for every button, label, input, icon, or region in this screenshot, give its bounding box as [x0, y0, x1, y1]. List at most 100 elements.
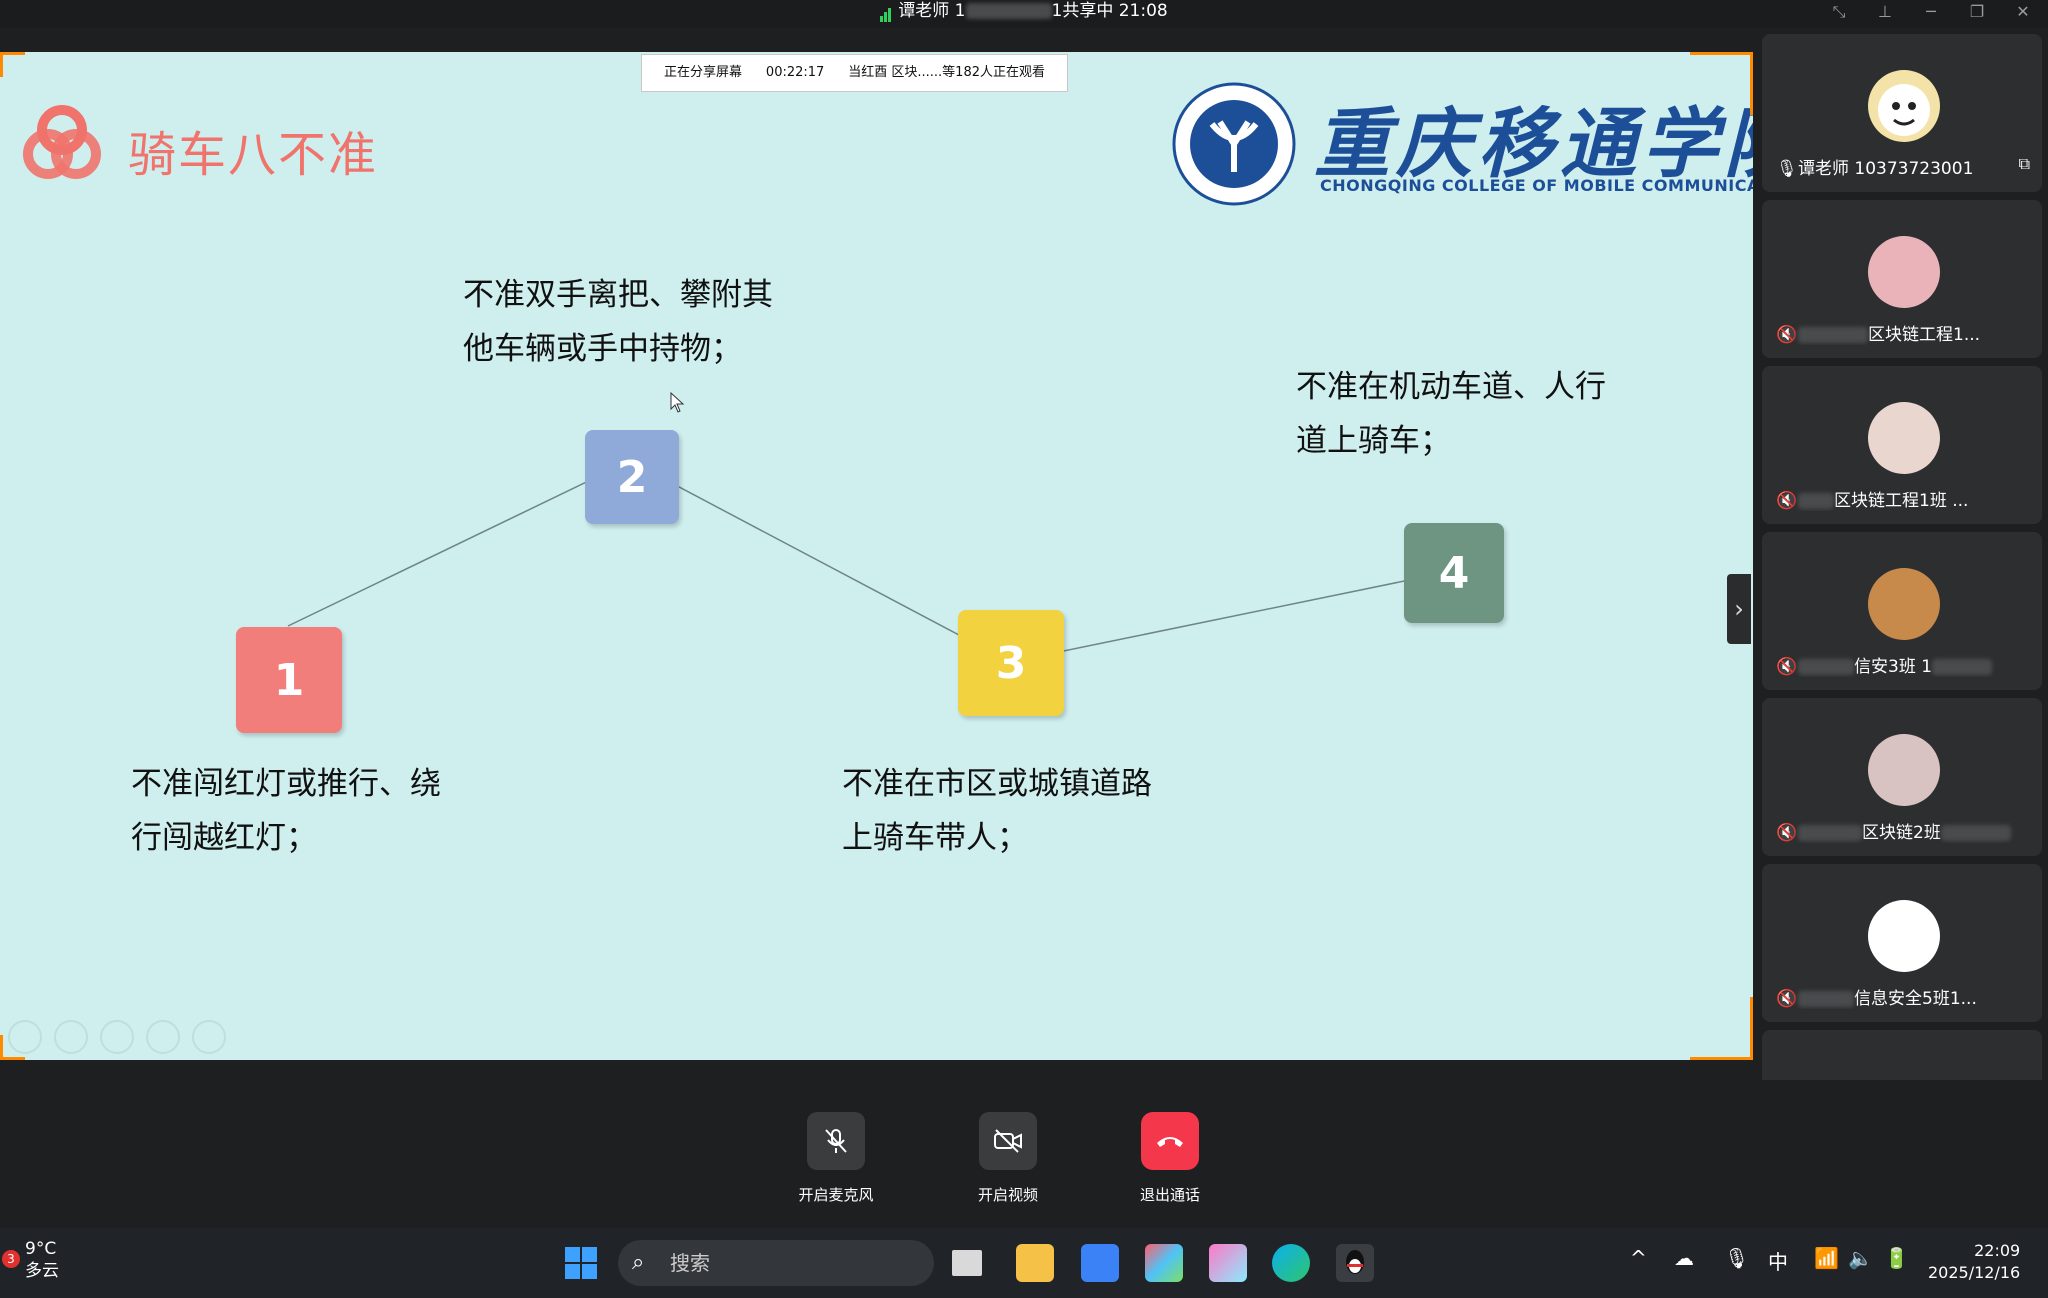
step-3-number: 3	[995, 637, 1027, 689]
hangup-label: 退出通话	[1139, 1186, 1200, 1204]
battery-icon[interactable]: 🔋	[1884, 1246, 1909, 1270]
participant-name: 🔇 区块链2班	[1776, 818, 2028, 843]
windows-start-icon[interactable]	[562, 1244, 600, 1282]
mic-muted-icon: 🔇	[1776, 823, 1798, 843]
avatar	[1868, 568, 1940, 640]
participant-name: 🔇 区块链工程1...	[1776, 325, 1981, 345]
clock-date: 2025/12/16	[1928, 1263, 2021, 1282]
screen-share-icon: ⧉	[2018, 154, 2030, 173]
avatar	[1868, 70, 1940, 142]
rule-3-line2: 上骑车带人；	[842, 820, 1028, 856]
rule-3-text: 不准在市区或城镇道路 上骑车带人；	[842, 757, 1152, 865]
taskbar-search[interactable]: ⌕ 搜索	[618, 1240, 934, 1286]
onedrive-icon[interactable]: ☁	[1674, 1246, 1694, 1270]
minimize-button[interactable]: ─	[1916, 0, 1946, 24]
rule-2-line2: 他车辆或手中持物；	[463, 331, 742, 367]
participant-name: 🔇 区块链工程1班 ...	[1776, 491, 1969, 511]
participant-card[interactable]	[1762, 1030, 2042, 1084]
step-2-box: 2	[585, 430, 679, 524]
window-title: 谭老师 1 1共享中 21:08	[0, 0, 2048, 22]
collapse-panel-button[interactable]: ›	[1727, 574, 1751, 644]
play-icon[interactable]	[8, 1020, 42, 1054]
edge-icon[interactable]	[1272, 1244, 1310, 1282]
file-explorer-icon[interactable]	[1016, 1244, 1054, 1282]
participant-card[interactable]: 🎙谭老师 10373723001 ⧉	[1762, 34, 2042, 192]
weather-widget[interactable]: 3 9°C 多云	[2, 1238, 59, 1282]
search-placeholder: 搜索	[670, 1251, 710, 1275]
rule-1-line1: 不准闯红灯或推行、绕	[131, 766, 441, 802]
task-view-icon[interactable]	[952, 1250, 982, 1276]
search-icon: ⌕	[632, 1250, 645, 1275]
copy-icon[interactable]	[100, 1020, 134, 1054]
mic-toggle-label: 开启麦克风	[798, 1186, 874, 1204]
weather-badge: 3	[2, 1250, 20, 1268]
step-2-number: 2	[616, 451, 648, 503]
participant-card[interactable]: 🔇 区块链2班	[1762, 698, 2042, 856]
hangup-icon[interactable]	[1141, 1112, 1199, 1170]
avatar	[1868, 734, 1940, 806]
mic-on-icon: 🎙	[1776, 159, 1798, 179]
rule-1-text: 不准闯红灯或推行、绕 行闯越红灯；	[131, 757, 441, 865]
participant-name: 🔇 信安3班 1	[1776, 652, 2028, 677]
shrink-icon[interactable]: ⤡	[1824, 0, 1854, 24]
avatar	[1868, 236, 1940, 308]
participant-list[interactable]: 🎙谭老师 10373723001 ⧉ 🔇 区块链工程1... 🔇 区块链工程1班 .…	[1762, 34, 2044, 1084]
avatar	[1868, 900, 1940, 972]
signal-icon	[880, 0, 892, 22]
rule-1-line2: 行闯越红灯；	[131, 820, 317, 856]
hangup-button[interactable]: 退出通话	[1120, 1112, 1220, 1205]
title-prefix: 谭老师 1	[898, 1, 966, 21]
participant-card[interactable]: 🔇 信安3班 1	[1762, 532, 2042, 690]
pen-icon[interactable]	[54, 1020, 88, 1054]
slide-toolbar	[8, 1020, 226, 1054]
close-button[interactable]: ✕	[2008, 0, 2038, 24]
step-4-box: 4	[1404, 523, 1504, 623]
rule-2-line1: 不准双手离把、攀附其	[463, 277, 773, 313]
participant-card[interactable]: 🔇 区块链工程1...	[1762, 200, 2042, 358]
avatar	[1868, 402, 1940, 474]
rule-4-text: 不准在机动车道、人行 道上骑车；	[1296, 360, 1606, 468]
step-4-number: 4	[1438, 547, 1470, 599]
participant-card[interactable]: 🔇 区块链工程1班 ...	[1762, 366, 2042, 524]
mic-muted-icon: 🔇	[1776, 491, 1798, 511]
mic-muted-icon: 🔇	[1776, 325, 1798, 345]
system-clock[interactable]: 22:09 2025/12/16	[1928, 1240, 2020, 1284]
shared-screen: 正在分享屏幕 00:22:17 当红酉 区块......等182人正在观看 骑车…	[0, 52, 1753, 1060]
mic-muted-icon: 🔇	[1776, 657, 1798, 677]
zoom-icon[interactable]	[146, 1020, 180, 1054]
volume-icon[interactable]: 🔈	[1848, 1246, 1873, 1270]
participant-card[interactable]: 🔇 信息安全5班1...	[1762, 864, 2042, 1022]
participant-name: 🔇 信息安全5班1...	[1776, 989, 1977, 1009]
taskbar: 3 9°C 多云 ⌕ 搜索 ^ ☁ 🎙 中 📶 🔈 🔋 22:09 2025/1…	[0, 1228, 2048, 1298]
mic-muted-icon: 🔇	[1776, 989, 1798, 1009]
copilot-icon[interactable]	[1209, 1244, 1247, 1282]
mouse-cursor-icon	[670, 392, 685, 413]
rule-2-text: 不准双手离把、攀附其 他车辆或手中持物；	[463, 268, 773, 376]
pin-icon[interactable]: ⊥	[1870, 0, 1900, 24]
more-icon[interactable]	[192, 1020, 226, 1054]
step-3-box: 3	[958, 610, 1064, 716]
tray-overflow-icon[interactable]: ^	[1630, 1246, 1647, 1270]
window-title-bar: 谭老师 1 1共享中 21:08 ⤡ ⊥ ─ ❐ ✕	[0, 0, 2048, 28]
store-icon[interactable]	[1081, 1244, 1119, 1282]
rule-4-line2: 道上骑车；	[1296, 423, 1451, 459]
rule-4-line1: 不准在机动车道、人行	[1296, 369, 1606, 405]
call-controls: 开启麦克风 开启视频 退出通话	[0, 1080, 2048, 1228]
title-suffix: 1共享中 21:08	[1051, 1, 1168, 21]
rule-3-line1: 不准在市区或城镇道路	[842, 766, 1152, 802]
redacted-text	[965, 3, 1052, 19]
wifi-icon[interactable]: 📶	[1814, 1246, 1839, 1270]
video-toggle-label: 开启视频	[977, 1186, 1038, 1204]
mic-off-icon[interactable]	[807, 1112, 865, 1170]
step-1-number: 1	[273, 654, 305, 706]
video-off-icon[interactable]	[979, 1112, 1037, 1170]
ime-indicator[interactable]: 中	[1768, 1246, 1788, 1275]
mic-tray-icon[interactable]: 🎙	[1724, 1246, 1749, 1270]
video-toggle-button[interactable]: 开启视频	[958, 1112, 1058, 1205]
qq-icon[interactable]	[1336, 1244, 1374, 1282]
step-1-box: 1	[236, 627, 342, 733]
participant-name: 🎙谭老师 10373723001	[1776, 159, 1974, 179]
restore-button[interactable]: ❐	[1962, 0, 1992, 24]
mic-toggle-button[interactable]: 开启麦克风	[786, 1112, 886, 1205]
app-icon[interactable]	[1145, 1244, 1183, 1282]
